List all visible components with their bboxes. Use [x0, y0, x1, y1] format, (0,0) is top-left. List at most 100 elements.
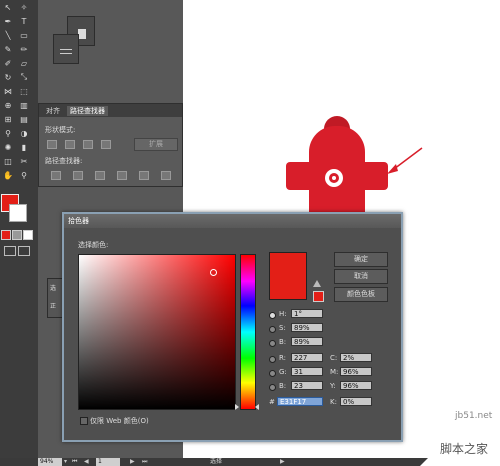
gradient-mode-icon[interactable]	[12, 230, 22, 240]
line-tool-icon[interactable]: ╲	[2, 30, 14, 40]
symbol-sprayer-icon[interactable]: ✺	[2, 142, 14, 152]
cyan-field[interactable]: 2%	[340, 353, 372, 362]
hue-field[interactable]: 1°	[291, 309, 323, 318]
panel-icon	[78, 29, 86, 39]
gradient-tool-icon[interactable]: ▤	[18, 114, 30, 124]
pen-tool-icon[interactable]: ✒	[2, 16, 14, 26]
cyan-label: C:	[330, 354, 338, 362]
hand-tool-icon[interactable]: ✋	[2, 170, 14, 180]
scale-tool-icon[interactable]: ⤡	[18, 72, 30, 82]
gamut-color-swatch[interactable]	[313, 291, 324, 302]
saturation-label: S:	[279, 324, 286, 332]
green-label: G:	[279, 368, 287, 376]
red-radio[interactable]	[269, 356, 276, 363]
screen-mode-icon[interactable]	[18, 246, 30, 256]
minus-front-icon[interactable]	[65, 140, 75, 149]
black-field[interactable]: 0%	[340, 397, 372, 406]
rotate-tool-icon[interactable]: ↻	[2, 72, 14, 82]
hex-field[interactable]: E31F17	[277, 397, 323, 406]
expand-button[interactable]: 扩展	[134, 138, 178, 151]
saturation-radio[interactable]	[269, 326, 276, 333]
trim-icon[interactable]	[73, 171, 83, 180]
last-page-icon[interactable]: ⏭	[142, 458, 147, 466]
hue-slider-right-handle[interactable]	[255, 404, 259, 410]
hue-radio[interactable]	[269, 312, 276, 319]
blob-brush-icon[interactable]: ✐	[2, 58, 14, 68]
none-mode-icon[interactable]	[23, 230, 33, 240]
minus-back-icon[interactable]	[161, 171, 171, 180]
color-picker-dialog: 拾色器 选择颜色: 确定 取消 颜色色板 H: 1° S: 89% B: 89%…	[62, 212, 403, 442]
zoom-tool-icon[interactable]: ⚲	[18, 170, 30, 180]
unite-icon[interactable]	[47, 140, 57, 149]
artboard-tool-icon[interactable]: ◫	[2, 156, 14, 166]
magenta-label: M:	[330, 368, 339, 376]
blue-radio[interactable]	[269, 384, 276, 391]
graph-tool-icon[interactable]: ▥	[18, 100, 30, 110]
green-field[interactable]: 31	[291, 367, 323, 376]
magenta-field[interactable]: 96%	[340, 367, 372, 376]
magic-wand-icon[interactable]: ✧	[18, 2, 30, 12]
crop-icon[interactable]	[117, 171, 127, 180]
cancel-button[interactable]: 取消	[334, 269, 388, 284]
blue-field[interactable]: 23	[291, 381, 323, 390]
column-graph-icon[interactable]: ▮	[18, 142, 30, 152]
color-selector-circle[interactable]	[210, 269, 217, 276]
saturation-field[interactable]: 89%	[291, 323, 323, 332]
out-of-gamut-warning-icon[interactable]	[313, 280, 321, 287]
width-tool-icon[interactable]: ⋈	[2, 86, 14, 96]
draw-mode-icon[interactable]	[4, 246, 16, 256]
blue-label: B:	[279, 382, 287, 390]
eyedropper-icon[interactable]: ⚲	[2, 128, 14, 138]
color-mode-icon[interactable]	[1, 230, 11, 240]
blend-tool-icon[interactable]: ◑	[18, 128, 30, 138]
shape-builder-icon[interactable]: ⊕	[2, 100, 14, 110]
mesh-tool-icon[interactable]: ⊞	[2, 114, 14, 124]
tab-align[interactable]: 对齐	[43, 106, 63, 116]
brightness-radio[interactable]	[269, 340, 276, 347]
hex-prefix: #	[269, 398, 275, 406]
floating-panel-2[interactable]	[53, 34, 79, 64]
prev-page-icon[interactable]: ◀	[84, 458, 89, 466]
first-page-icon[interactable]: ⏮	[72, 458, 77, 466]
pencil-tool-icon[interactable]: ✏	[18, 44, 30, 54]
hydrant-valve-center	[332, 176, 336, 180]
shape-modes-label: 形状模式:	[45, 126, 76, 134]
hue-slider[interactable]	[240, 254, 256, 410]
red-field[interactable]: 227	[291, 353, 323, 362]
stroke-color-swatch[interactable]	[9, 204, 27, 222]
color-swatches-button[interactable]: 颜色色板	[334, 287, 388, 302]
yellow-field[interactable]: 96%	[340, 381, 372, 390]
green-radio[interactable]	[269, 370, 276, 377]
select-color-label: 选择颜色:	[78, 241, 109, 249]
ok-button[interactable]: 确定	[334, 252, 388, 267]
merge-icon[interactable]	[95, 171, 105, 180]
intersect-icon[interactable]	[83, 140, 93, 149]
exclude-icon[interactable]	[101, 140, 111, 149]
yellow-label: Y:	[330, 382, 336, 390]
outline-icon[interactable]	[139, 171, 149, 180]
next-page-icon[interactable]: ▶	[130, 458, 135, 466]
saturation-brightness-field[interactable]	[78, 254, 236, 410]
status-arrow-icon[interactable]: ▶	[280, 458, 285, 466]
watermark-site: jb51.net	[455, 411, 493, 421]
zoom-dropdown-icon[interactable]: ▾	[64, 458, 67, 466]
type-tool-icon[interactable]: T	[18, 16, 30, 26]
brush-tool-icon[interactable]: ✎	[2, 44, 14, 54]
slice-tool-icon[interactable]: ✂	[18, 156, 30, 166]
eraser-tool-icon[interactable]: ▱	[18, 58, 30, 68]
red-label: R:	[279, 354, 287, 362]
annotation-arrow-icon	[387, 147, 423, 174]
zoom-field[interactable]: 94%	[38, 458, 62, 466]
selection-tool-icon[interactable]: ↖	[2, 2, 14, 12]
rectangle-tool-icon[interactable]: ▭	[18, 30, 30, 40]
status-mode: 选择	[210, 458, 223, 465]
free-transform-icon[interactable]: ⬚	[18, 86, 30, 96]
hue-slider-left-handle[interactable]	[235, 404, 239, 410]
web-only-checkbox[interactable]	[80, 417, 88, 425]
page-field[interactable]: 1	[96, 458, 120, 466]
tab-pathfinder[interactable]: 路径查找器	[67, 106, 108, 116]
brightness-field[interactable]: 89%	[291, 337, 323, 346]
divide-icon[interactable]	[51, 171, 61, 180]
dialog-title: 拾色器	[64, 214, 401, 228]
brightness-label: B:	[279, 338, 287, 346]
